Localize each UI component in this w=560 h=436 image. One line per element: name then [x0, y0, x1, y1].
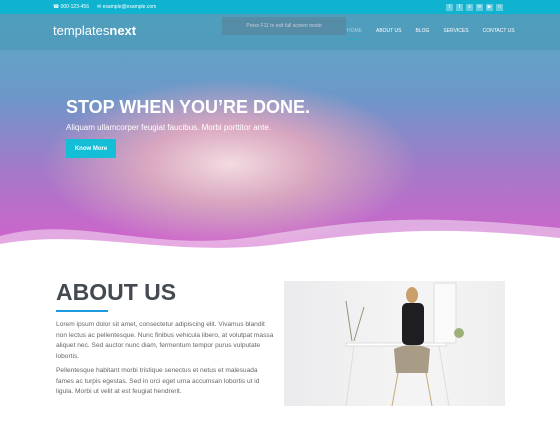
nav-home[interactable]: HOME [347, 28, 362, 40]
about-title: ABOUT US [56, 279, 177, 305]
about-paragraph-2: Pellentesque habitant morbi tristique se… [56, 367, 260, 395]
about-image [284, 281, 505, 407]
skype-icon[interactable]: s [466, 3, 473, 11]
main-nav: HOME ABOUT US BLOG SERVICES CONTACT US [347, 28, 515, 40]
about-paragraph-1: Lorem ipsum dolor sit amet, consectetur … [56, 321, 274, 360]
title-underline [56, 310, 108, 312]
fullscreen-toast: Press F11 to exit full screen mode [222, 17, 346, 35]
woman-at-desk-illustration [345, 282, 464, 407]
wave-divider [0, 219, 560, 254]
instagram-icon[interactable]: □ [496, 3, 503, 11]
twitter-icon[interactable]: t [446, 3, 453, 11]
hero: templatesnext HOME ABOUT US BLOG SERVICE… [0, 14, 560, 254]
top-bar: ☎ 000-123-456 ✉ example@example.com t f … [0, 0, 560, 14]
nav-about[interactable]: ABOUT US [376, 28, 401, 40]
nav-services[interactable]: SERVICES [443, 28, 468, 40]
nav-contact[interactable]: CONTACT US [483, 28, 515, 40]
know-more-button[interactable]: Know More [66, 139, 116, 158]
linkedin-icon[interactable]: in [476, 3, 483, 11]
hero-subtitle: Aliquam ullamcorper feugiat faucibus. Mo… [66, 123, 271, 132]
youtube-icon[interactable]: ▶ [486, 3, 493, 11]
hero-title: STOP WHEN YOU’RE DONE. [66, 97, 311, 117]
logo[interactable]: templatesnext [53, 23, 136, 38]
facebook-icon[interactable]: f [456, 3, 463, 11]
email[interactable]: ✉ example@example.com [97, 4, 156, 10]
phone: ☎ 000-123-456 [53, 4, 89, 10]
nav-blog[interactable]: BLOG [415, 28, 429, 40]
